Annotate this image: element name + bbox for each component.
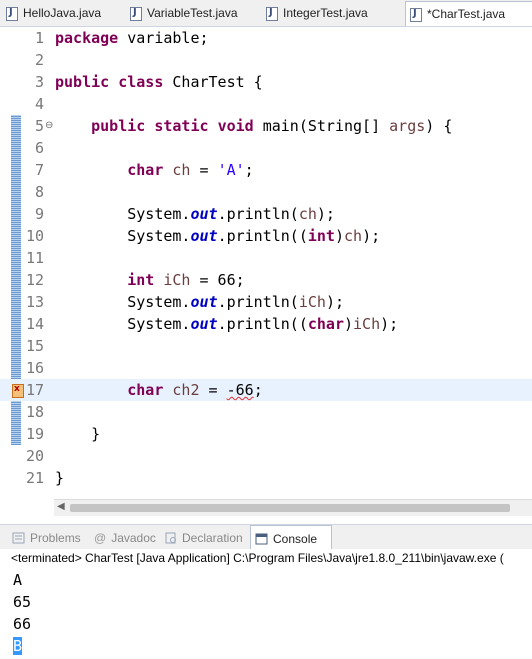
console-line: 66 xyxy=(13,615,32,633)
tab-problems[interactable]: Problems xyxy=(8,525,81,550)
tab-declaration[interactable]: Declaration xyxy=(160,525,243,550)
line-number: 12 xyxy=(25,271,44,289)
code-line: 20 xyxy=(0,445,532,467)
tab-label: Declaration xyxy=(182,530,243,545)
code-line: 6 xyxy=(0,137,532,159)
tab-variabletest[interactable]: J VariableTest.java xyxy=(126,2,256,24)
editor-tab-bar: J HelloJava.java J VariableTest.java J I… xyxy=(0,0,532,27)
code-line: 11 xyxy=(0,247,532,269)
line-number: 13 xyxy=(25,293,44,311)
code-line: 4 xyxy=(0,93,532,115)
code-text: char ch = 'A'; xyxy=(127,161,254,179)
scrollbar-thumb[interactable] xyxy=(70,504,510,512)
code-text: } xyxy=(55,425,101,443)
code-line: 5 ⊖ public static void main(String[] arg… xyxy=(0,115,532,137)
line-number: 3 xyxy=(34,73,44,91)
line-number: 1 xyxy=(34,29,44,47)
line-number: 2 xyxy=(34,51,44,69)
tab-label: Problems xyxy=(30,530,81,545)
java-file-icon: J xyxy=(410,7,422,22)
problems-icon xyxy=(12,532,25,544)
console-status: <terminated> CharTest [Java Application]… xyxy=(11,551,504,565)
code-text: System.out.println(ch); xyxy=(55,205,335,223)
java-file-icon: J xyxy=(6,6,18,21)
tab-javadoc[interactable]: @ Javadoc xyxy=(88,525,156,550)
code-text: System.out.println((char)iCh); xyxy=(55,315,399,333)
code-text: System.out.println((int)ch); xyxy=(55,227,381,245)
tab-console[interactable]: Console xyxy=(250,525,332,551)
panel-tab-bar: Problems @ Javadoc Declaration Console xyxy=(0,524,532,551)
javadoc-icon: @ xyxy=(94,530,107,545)
tab-label: IntegerTest.java xyxy=(283,6,368,20)
tab-hellojava[interactable]: J HelloJava.java xyxy=(2,2,122,24)
line-number: 7 xyxy=(34,161,44,179)
code-line: 21 } xyxy=(0,467,532,489)
code-line: 14 System.out.println((char)iCh); xyxy=(0,313,532,335)
code-line: 8 xyxy=(0,181,532,203)
code-line: 7 char ch = 'A'; xyxy=(0,159,532,181)
code-text: public static void main(String[] args) { xyxy=(91,117,453,135)
code-text: } xyxy=(55,469,65,487)
line-number: 19 xyxy=(25,425,44,443)
tab-label: VariableTest.java xyxy=(147,6,238,20)
code-text: char ch2 = -66; xyxy=(127,381,263,399)
horizontal-scrollbar[interactable]: ◀ xyxy=(54,499,532,516)
line-number: 10 xyxy=(25,227,44,245)
console-output[interactable]: <terminated> CharTest [Java Application]… xyxy=(0,549,532,659)
code-line: 19 } xyxy=(0,423,532,445)
scroll-left-icon[interactable]: ◀ xyxy=(57,501,65,512)
line-number: 16 xyxy=(25,359,44,377)
line-number: 8 xyxy=(34,183,44,201)
line-number: 21 xyxy=(25,469,44,487)
line-number: 4 xyxy=(34,95,44,113)
line-number: 20 xyxy=(25,447,44,465)
code-line-current: x 17 char ch2 = -66; xyxy=(0,379,532,401)
tab-label: Console xyxy=(273,531,318,546)
console-line: 65 xyxy=(13,593,32,611)
code-line: 10 System.out.println((int)ch); xyxy=(0,225,532,247)
tab-label: Javadoc xyxy=(111,530,156,545)
code-line: 3 public class CharTest { xyxy=(0,71,532,93)
java-file-icon: J xyxy=(266,6,278,21)
code-line: 1 package variable; xyxy=(0,27,532,49)
code-editor[interactable]: 1 package variable; 2 3 public class Cha… xyxy=(0,27,532,500)
code-line: 15 xyxy=(0,335,532,357)
code-text: int iCh = 66; xyxy=(127,271,245,289)
line-number: 6 xyxy=(34,139,44,157)
tab-integertest[interactable]: J IntegerTest.java xyxy=(262,2,392,24)
code-text: System.out.println(iCh); xyxy=(55,293,344,311)
fold-toggle-icon[interactable]: ⊖ xyxy=(45,115,53,137)
line-number: 5 xyxy=(34,117,44,135)
line-number: 14 xyxy=(25,315,44,333)
java-file-icon: J xyxy=(130,6,142,21)
code-line: 9 System.out.println(ch); xyxy=(0,203,532,225)
line-number: 9 xyxy=(34,205,44,223)
line-number: 15 xyxy=(25,337,44,355)
tab-chartest[interactable]: J *CharTest.java xyxy=(405,1,532,26)
declaration-icon xyxy=(164,532,177,544)
console-line: A xyxy=(13,571,23,589)
code-line: 18 xyxy=(0,401,532,423)
selected-text: B xyxy=(13,637,23,655)
code-text: public class CharTest { xyxy=(55,73,263,91)
code-line: 12 int iCh = 66; xyxy=(0,269,532,291)
code-line: 16 xyxy=(0,357,532,379)
console-line-selected: B xyxy=(13,635,23,657)
code-line: 2 xyxy=(0,49,532,71)
code-text: package variable; xyxy=(55,29,209,47)
console-icon xyxy=(255,533,268,545)
tab-label: *CharTest.java xyxy=(427,7,506,21)
line-number: 17 xyxy=(25,381,44,399)
line-number: 11 xyxy=(25,249,44,267)
line-number: 18 xyxy=(25,403,44,421)
tab-label: HelloJava.java xyxy=(23,6,102,20)
code-line: 13 System.out.println(iCh); xyxy=(0,291,532,313)
